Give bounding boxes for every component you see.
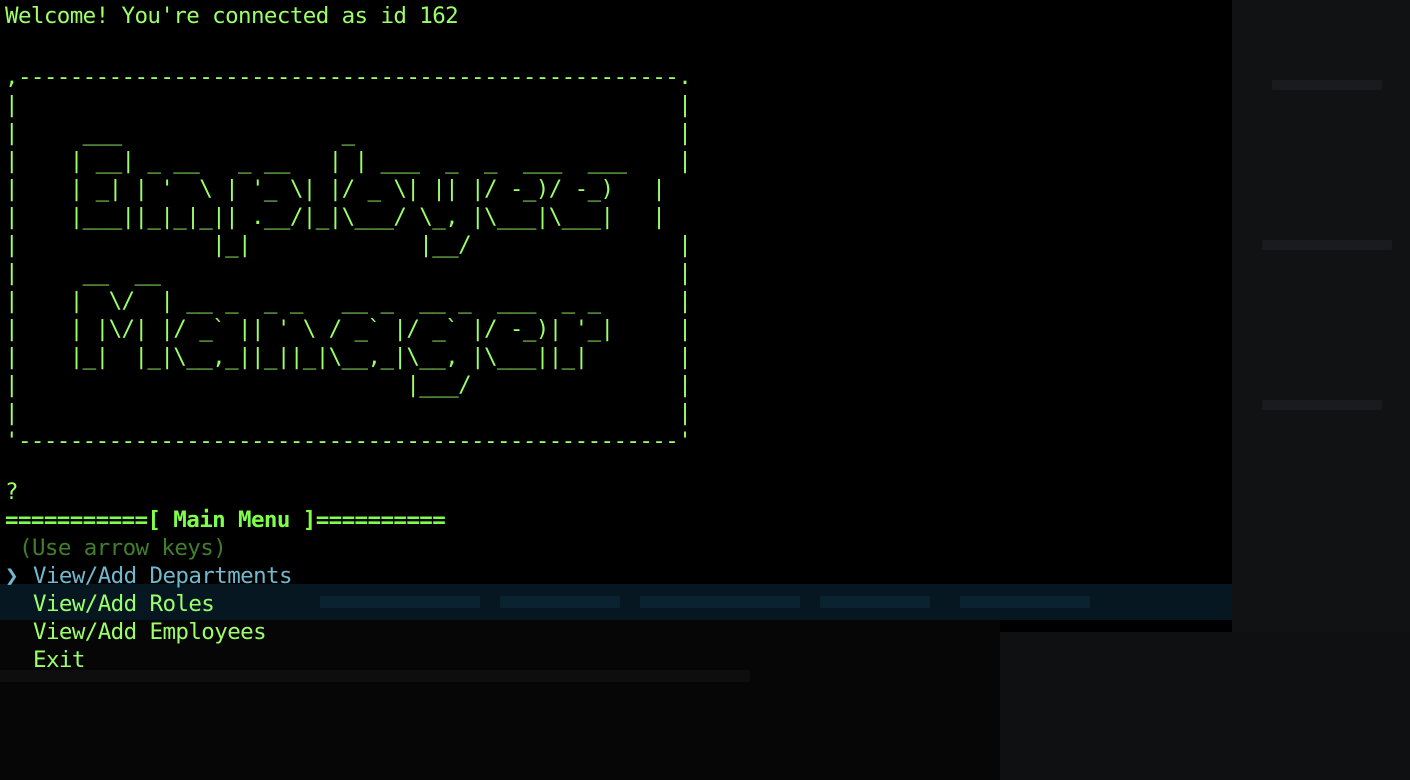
menu-option-exit[interactable]: Exit [33,646,85,674]
menu-option-roles[interactable]: View/Add Roles [33,590,215,618]
welcome-message: Welcome! You're connected as id 162 [5,3,459,29]
ascii-banner: ,---------------------------------------… [5,64,692,454]
menu-header: ===========[ Main Menu ]========== [5,507,446,533]
menu-option-departments[interactable]: View/Add Departments [33,562,293,590]
menu-hint: (Use arrow keys) [19,535,227,561]
terminal-window[interactable]: Welcome! You're connected as id 162 ,---… [0,0,1232,700]
selection-pointer-icon: ❯ [5,563,19,589]
menu-option-employees[interactable]: View/Add Employees [33,618,267,646]
prompt-question-mark: ? [5,479,19,505]
